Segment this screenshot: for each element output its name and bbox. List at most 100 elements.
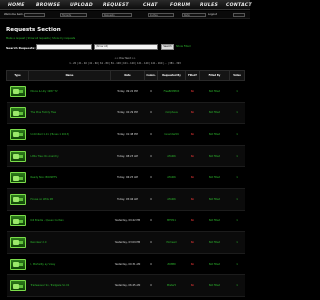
nav-upload[interactable]: UPLOAD: [70, 2, 93, 9]
request-date: Today, 05:46 AM: [110, 187, 145, 211]
category-icon[interactable]: [9, 85, 26, 97]
col-requested-by[interactable]: Requested By: [157, 70, 186, 81]
col-type[interactable]: Type: [6, 70, 29, 81]
request-name[interactable]: I, Mortality ay Vixey: [28, 252, 111, 276]
filled-status: No: [185, 231, 200, 254]
invites-box[interactable]: Invites: [148, 12, 174, 17]
category-icon[interactable]: [9, 236, 26, 248]
comment-count[interactable]: 0: [144, 187, 158, 211]
request-name[interactable]: The Pine Family Tree: [28, 101, 111, 125]
comment-count[interactable]: 0: [144, 166, 158, 189]
requested-by[interactable]: FreeBrMMXX: [157, 80, 186, 103]
request-name[interactable]: Unlimited 1.11 (iTunes 1 2013): [28, 123, 111, 146]
username-box[interactable]: [24, 12, 45, 17]
search-row: Search Requests: (Show All) Search Show …: [6, 44, 244, 51]
requested-by[interactable]: morpheus: [157, 101, 186, 125]
request-name[interactable]: Movie & Lilly 1987 TV: [28, 80, 111, 103]
request-name[interactable]: Reindeer 2.0: [28, 231, 111, 254]
category-icon-cell: [6, 123, 29, 146]
requested-by[interactable]: ATAI06: [157, 144, 186, 168]
nav-contact[interactable]: CONTACT: [226, 2, 252, 9]
nav-chat[interactable]: CHAT: [143, 2, 158, 9]
request-name[interactable]: Ready Nox: BOXSETS: [28, 166, 111, 189]
comment-count[interactable]: 0: [144, 144, 158, 168]
request-date: Today, 06:25 AM: [110, 166, 145, 189]
top-nav: HOME BROWSE UPLOAD REQUEST CHAT FORUM RU…: [0, 0, 252, 10]
vote-count[interactable]: 1: [229, 166, 245, 189]
logout-link[interactable]: Logout: [208, 13, 217, 16]
category-icon[interactable]: [9, 258, 26, 270]
col-votes[interactable]: Votes: [229, 70, 245, 81]
request-date: Today, 01:48 PM: [110, 123, 145, 146]
category-icon-cell: [6, 209, 29, 233]
request-name[interactable]: Trailweaver Sn, Trailgaze Sn 01: [28, 274, 111, 297]
request-name[interactable]: House on Wills 2B: [28, 187, 111, 211]
request-date: Yesterday, 06:45 AM: [110, 274, 145, 297]
logout-box[interactable]: [233, 12, 245, 17]
category-icon[interactable]: [9, 172, 26, 184]
table-row: Unlimited 1.11 (iTunes 1 2013) Today, 01:…: [6, 123, 245, 146]
pager-nav[interactable]: << Prev Next >>: [4, 57, 246, 60]
col-date[interactable]: Date: [110, 70, 145, 81]
vote-count[interactable]: 1: [229, 187, 245, 211]
requested-by[interactable]: Mister5: [157, 274, 186, 297]
nav-forum[interactable]: FORUM: [170, 2, 190, 9]
requested-by[interactable]: ZOMBI: [157, 252, 186, 276]
comment-count[interactable]: 0: [144, 209, 158, 233]
category-icon[interactable]: [9, 280, 26, 292]
requested-by[interactable]: ATAI06: [157, 166, 186, 189]
category-icon-cell: [6, 274, 29, 297]
nav-rules[interactable]: RULES: [200, 2, 218, 9]
show-filled-link[interactable]: Show Filled: [176, 45, 191, 48]
welcome-label: Welcome back,: [4, 13, 24, 16]
vote-count[interactable]: 1: [229, 101, 245, 125]
vote-count[interactable]: 1: [229, 231, 245, 254]
request-date: Yesterday, 03:09 PM: [110, 231, 145, 254]
comment-count[interactable]: 0: [144, 274, 158, 297]
requested-by[interactable]: ATAI06: [157, 187, 186, 211]
comment-count[interactable]: 0: [144, 101, 158, 125]
vote-count[interactable]: 1: [229, 209, 245, 233]
col-filled[interactable]: Filled?: [185, 70, 200, 81]
request-name[interactable]: Little Tree: Ro Anarchy: [28, 144, 111, 168]
requests-box[interactable]: Requests: [102, 12, 132, 17]
nav-home[interactable]: HOME: [8, 2, 25, 9]
vote-count[interactable]: 1: [229, 144, 245, 168]
vote-count[interactable]: 1: [229, 80, 245, 103]
ratio-box[interactable]: Ratio: [182, 12, 206, 17]
comment-count[interactable]: 0: [144, 80, 158, 103]
category-icon[interactable]: [9, 193, 26, 205]
category-icon[interactable]: [9, 107, 26, 119]
category-icon[interactable]: [9, 150, 26, 162]
comment-count[interactable]: 0: [144, 252, 158, 276]
pager-pages[interactable]: 1 - 20 | 21 - 40 | 41 - 60 | 61 - 80 | 8…: [4, 62, 246, 65]
table-row: Ready Nox: BOXSETS Today, 06:25 AM 0 ATAI06…: [6, 166, 245, 189]
vote-count[interactable]: 1: [229, 252, 245, 276]
vote-count[interactable]: 1: [229, 123, 245, 146]
nav-request[interactable]: REQUEST: [103, 2, 129, 9]
table-row: Trailweaver Sn, Trailgaze Sn 01 Yesterday…: [6, 274, 245, 297]
requested-by[interactable]: MFM11: [157, 209, 186, 233]
nav-browse[interactable]: BROWSE: [36, 2, 60, 9]
request-name[interactable]: Kill Bradle - Queen Curtain: [28, 209, 111, 233]
comment-count[interactable]: 0: [144, 231, 158, 254]
request-date: Today, 02:29 PM: [110, 101, 145, 125]
category-icon[interactable]: [9, 128, 26, 140]
category-select[interactable]: (Show All): [94, 44, 158, 50]
col-comm[interactable]: Comm.: [144, 70, 158, 81]
requested-by[interactable]: lonerider09: [157, 123, 186, 146]
filled-by: Not filled: [199, 80, 230, 103]
torrents-box[interactable]: Torrents: [60, 12, 87, 17]
category-icon[interactable]: [9, 215, 26, 227]
requested-by[interactable]: Pinhead: [157, 231, 186, 254]
search-button[interactable]: Search: [161, 44, 174, 50]
filled-by: Not filled: [199, 209, 230, 233]
request-links[interactable]: Make a request | Show all requests | Sho…: [6, 37, 75, 40]
page-title: Requests Section: [6, 27, 61, 33]
col-filled-by[interactable]: Filled By: [199, 70, 230, 81]
comment-count[interactable]: 0: [144, 123, 158, 146]
col-name[interactable]: Name: [28, 70, 111, 81]
table-row: The Pine Family Tree Today, 02:29 PM 0 morp…: [6, 101, 245, 125]
search-input[interactable]: [36, 44, 92, 50]
vote-count[interactable]: 1: [229, 274, 245, 297]
